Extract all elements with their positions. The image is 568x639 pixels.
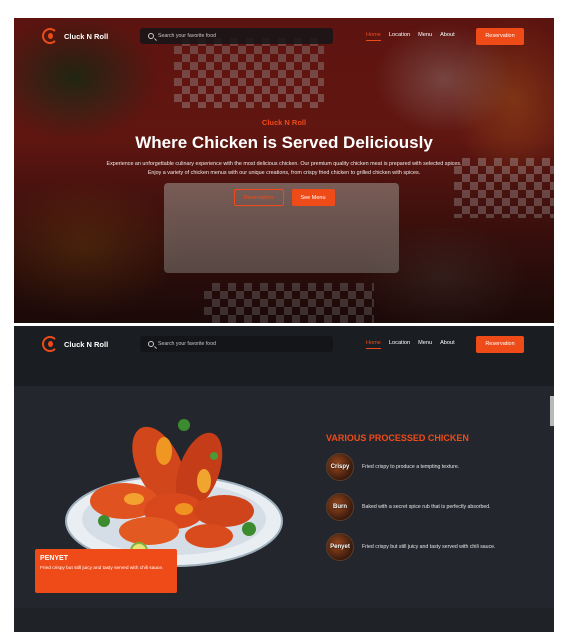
logo-icon [42,28,58,44]
brand[interactable]: Cluck N Roll [42,336,108,352]
see-menu-button[interactable]: See Menu [291,189,335,207]
feature-badge-label: Burn [333,504,347,510]
promo-title: PENYET [40,555,69,562]
hero-content: Cluck N Roll Where Chicken is Served Del… [14,118,554,207]
nav-link-home[interactable]: Home [366,340,381,349]
brand-name: Cluck N Roll [64,339,109,349]
nav-links: Home Location Menu About [366,32,455,41]
hero-buttons: Reservation See Menu [14,189,554,207]
search-input[interactable] [158,33,318,39]
nav-link-home[interactable]: Home [366,32,381,41]
nav-link-location[interactable]: Location [389,340,410,349]
brand[interactable]: Cluck N Roll [42,28,108,44]
logo-icon [42,336,58,352]
nav-link-menu[interactable]: Menu [418,32,432,41]
search-box[interactable] [140,28,333,44]
feature-badge-label: Crispy [330,464,350,470]
hero-reservation-button[interactable]: Reservation [233,189,284,207]
search-box[interactable] [140,336,333,352]
hero-title: Where Chicken is Served Deliciously [135,133,433,152]
section-divider [14,362,554,386]
hero-kicker: Cluck N Roll [261,118,307,127]
feature-item: Burn Baked with a secret spice rub that … [326,493,526,521]
nav-link-about[interactable]: About [440,32,455,41]
navbar: Cluck N Roll Home Location Menu About Re… [14,18,554,54]
hero-screenshot: Cluck N Roll Home Location Menu About Re… [14,18,554,323]
feature-text: Fried crispy but still juicy and tasty s… [362,544,496,550]
hero-description: Experience an unforgettable culinary exp… [106,161,462,176]
brand-name: Cluck N Roll [64,31,109,41]
feature-text: Baked with a secret spice rub that is pe… [362,504,491,510]
scrollbar[interactable] [550,396,554,426]
feature-text: Fried crispy to produce a tempting textu… [362,464,460,470]
features-screenshot: Cluck N Roll Home Location Menu About Re… [14,326,554,632]
nav-link-menu[interactable]: Menu [418,340,432,349]
promo-card[interactable]: PENYET Fried crispy but still juicy and … [35,549,177,593]
reservation-button[interactable]: Reservation [476,27,524,45]
feature-badge: Crispy [326,453,354,481]
features-title: VARIOUS PROCESSED CHICKEN [326,433,469,443]
feature-item: Penyet Fried crispy but still juicy and … [326,533,526,561]
reservation-button[interactable]: Reservation [476,335,524,353]
navbar: Cluck N Roll Home Location Menu About Re… [14,326,554,362]
nav-link-about[interactable]: About [440,340,455,349]
nav-links: Home Location Menu About [366,340,455,349]
promo-description: Fried crispy but still juicy and tasty s… [40,566,164,571]
search-input[interactable] [158,341,318,347]
feature-badge-label: Penyet [330,544,350,550]
nav-link-location[interactable]: Location [389,32,410,41]
chicken-wings-illustration [65,419,283,567]
feature-item: Crispy Fried crispy to produce a temptin… [326,453,526,481]
search-icon [148,33,154,39]
search-icon [148,341,154,347]
feature-badge: Burn [326,493,354,521]
feature-badge: Penyet [326,533,354,561]
